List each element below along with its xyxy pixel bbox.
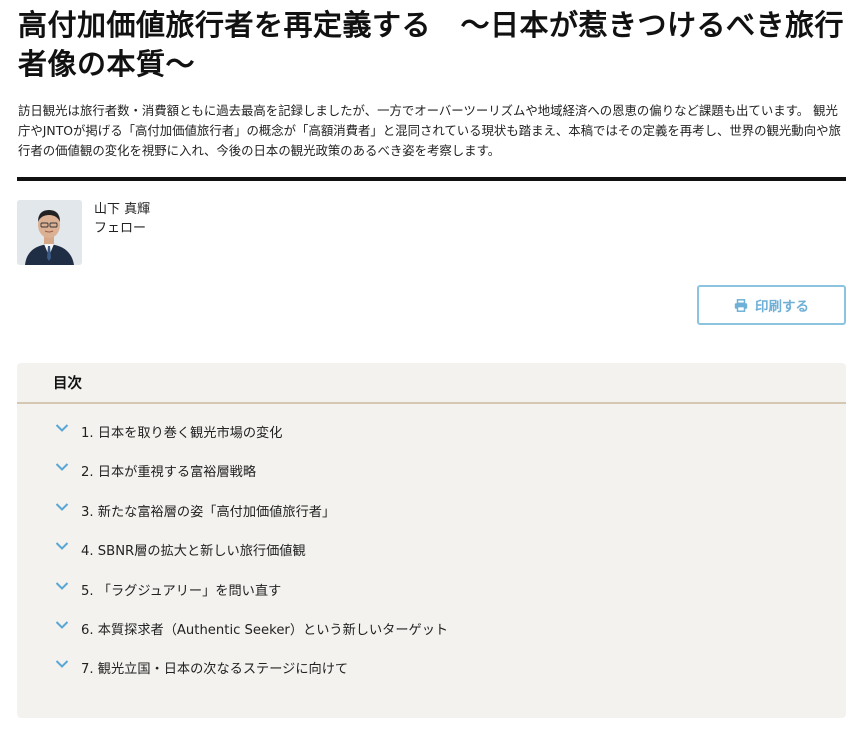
table-of-contents: 目次 1. 日本を取り巻く観光市場の変化 2. 日本が重視する富裕層戦略 3. …	[17, 363, 846, 718]
print-button-label: 印刷する	[755, 299, 809, 314]
author-block: 山下 真輝 フェロー	[17, 200, 150, 265]
toc-item-3[interactable]: 3. 新たな富裕層の姿「高付加価値旅行者」	[17, 502, 846, 541]
chevron-down-icon	[55, 423, 69, 435]
divider	[17, 177, 846, 181]
author-role: フェロー	[94, 221, 147, 236]
toc-item-label: 2. 日本が重視する富裕層戦略	[81, 465, 257, 481]
toc-heading: 目次	[17, 363, 846, 404]
toc-item-4[interactable]: 4. SBNR層の拡大と新しい旅行価値観	[17, 541, 846, 580]
chevron-down-icon	[55, 541, 69, 553]
toc-item-1[interactable]: 1. 日本を取り巻く観光市場の変化	[17, 423, 846, 462]
toc-item-label: 5. 「ラグジュアリー」を問い直す	[81, 583, 282, 599]
print-button[interactable]: 印刷する	[697, 285, 846, 325]
toc-item-label: 7. 観光立国・日本の次なるステージに向けて	[81, 662, 349, 678]
chevron-down-icon	[55, 659, 69, 671]
author-name[interactable]: 山下 真輝	[94, 200, 150, 219]
page-title: 高付加価値旅行者を再定義する 〜日本が惹きつけるべき旅行者像の本質〜	[18, 8, 845, 81]
toc-item-label: 1. 日本を取り巻く観光市場の変化	[81, 426, 283, 441]
toc-item-label: 6. 本質探求者（Authentic Seeker）という新しいターゲット	[81, 622, 449, 638]
toc-item-2[interactable]: 2. 日本が重視する富裕層戦略	[17, 462, 846, 501]
printer-icon	[734, 298, 748, 312]
toc-item-5[interactable]: 5. 「ラグジュアリー」を問い直す	[17, 581, 846, 620]
toc-list: 1. 日本を取り巻く観光市場の変化 2. 日本が重視する富裕層戦略 3. 新たな…	[17, 404, 846, 699]
toc-item-6[interactable]: 6. 本質探求者（Authentic Seeker）という新しいターゲット	[17, 620, 846, 659]
toc-item-7[interactable]: 7. 観光立国・日本の次なるステージに向けて	[17, 659, 846, 698]
chevron-down-icon	[55, 581, 69, 593]
toc-item-label: 3. 新たな富裕層の姿「高付加価値旅行者」	[81, 504, 336, 520]
article-lead: 訪日観光は旅行者数・消費額ともに過去最高を記録しましたが、一方でオーバーツーリズ…	[18, 103, 841, 158]
avatar	[17, 200, 82, 265]
toc-item-label: 4. SBNR層の拡大と新しい旅行価値観	[81, 544, 306, 560]
chevron-down-icon	[55, 462, 69, 474]
chevron-down-icon	[55, 620, 69, 632]
chevron-down-icon	[55, 502, 69, 514]
